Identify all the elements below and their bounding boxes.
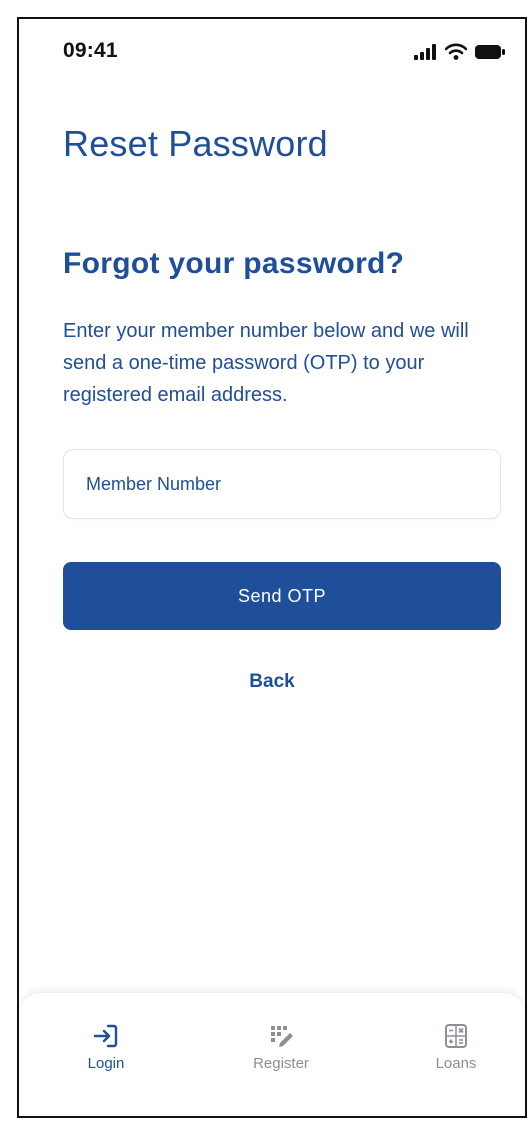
send-otp-button[interactable]: Send OTP: [63, 562, 501, 630]
forgot-password-heading: Forgot your password?: [63, 247, 405, 280]
login-icon: [51, 1021, 161, 1051]
status-bar: 09:41: [19, 19, 525, 81]
tab-loans-label: Loans: [435, 1055, 477, 1072]
instructions-text: Enter your member number below and we wi…: [63, 320, 469, 406]
tab-login[interactable]: Login: [51, 1021, 161, 1072]
page-title: Reset Password: [63, 123, 328, 164]
wifi-icon: [445, 43, 467, 60]
battery-icon: [475, 44, 505, 60]
calculator-icon: [401, 1021, 511, 1051]
phone-screen: 09:41 Reset Password Forgot your passwor…: [17, 17, 527, 1118]
signal-icon: [413, 43, 437, 60]
bottom-tab-bar: Login Register Loans: [19, 992, 525, 1116]
status-icons: [413, 43, 505, 60]
tab-loans[interactable]: Loans: [401, 1021, 511, 1072]
back-link[interactable]: Back: [19, 671, 525, 693]
status-time: 09:41: [63, 39, 118, 62]
register-icon: [226, 1021, 336, 1051]
member-number-input[interactable]: [64, 450, 500, 518]
tab-login-label: Login: [87, 1055, 125, 1072]
member-number-field: [63, 449, 501, 519]
tab-register[interactable]: Register: [226, 1021, 336, 1072]
tab-register-label: Register: [253, 1055, 309, 1072]
